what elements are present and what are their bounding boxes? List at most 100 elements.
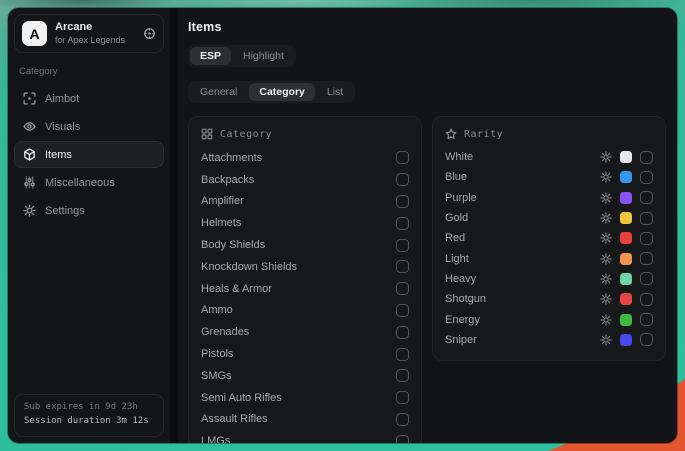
tab-category[interactable]: Category — [249, 83, 315, 101]
checkbox[interactable] — [640, 151, 653, 164]
rarity-item-label: Energy — [445, 314, 600, 326]
checkbox[interactable] — [396, 282, 409, 295]
app-name: Arcane — [55, 21, 135, 35]
rarity-item-label: Light — [445, 253, 600, 265]
sidebar-item-items[interactable]: Items — [14, 141, 164, 168]
sidebar-item-visuals[interactable]: Visuals — [14, 113, 164, 140]
color-swatch[interactable] — [620, 293, 632, 305]
sidebar-item-label: Aimbot — [45, 93, 79, 105]
checkbox[interactable] — [396, 326, 409, 339]
checkbox[interactable] — [396, 260, 409, 273]
eye-icon — [23, 120, 36, 133]
gear-icon[interactable] — [600, 293, 612, 305]
app-window: A Arcane for Apex Legends Category Aimbo… — [8, 8, 677, 443]
category-item-label: Knockdown Shields — [201, 261, 396, 273]
checkbox[interactable] — [396, 173, 409, 186]
sidebar-section-label: Category — [19, 66, 159, 77]
category-row: Ammo — [201, 300, 409, 322]
checkbox[interactable] — [396, 369, 409, 382]
color-swatch[interactable] — [620, 253, 632, 265]
rarity-list: WhiteBluePurpleGoldRedLightHeavyShotgunE… — [445, 147, 653, 350]
category-item-label: Heals & Armor — [201, 283, 396, 295]
rarity-item-label: Gold — [445, 212, 600, 224]
rarity-item-label: White — [445, 151, 600, 163]
page-title: Items — [188, 20, 667, 34]
gear-icon[interactable] — [600, 334, 612, 346]
category-item-label: Backpacks — [201, 174, 396, 186]
gear-icon[interactable] — [600, 151, 612, 163]
category-item-label: Pistols — [201, 348, 396, 360]
checkbox[interactable] — [640, 191, 653, 204]
category-item-label: Grenades — [201, 326, 396, 338]
category-row: Heals & Armor — [201, 278, 409, 300]
gear-icon[interactable] — [600, 253, 612, 265]
rarity-item-label: Red — [445, 232, 600, 244]
category-item-label: Assault Rifles — [201, 413, 396, 425]
color-swatch[interactable] — [620, 314, 632, 326]
category-panel: Category AttachmentsBackpacksAmplifierHe… — [188, 116, 422, 443]
checkbox[interactable] — [640, 313, 653, 326]
subscription-info-box: Sub expires in 9d 23h Session duration 3… — [14, 394, 164, 437]
checkbox[interactable] — [640, 333, 653, 346]
rarity-item-label: Sniper — [445, 334, 600, 346]
color-swatch[interactable] — [620, 273, 632, 285]
checkbox[interactable] — [640, 232, 653, 245]
checkbox[interactable] — [396, 435, 409, 443]
view-tab-group: GeneralCategoryList — [188, 81, 355, 103]
tab-esp[interactable]: ESP — [190, 47, 231, 65]
checkbox[interactable] — [640, 272, 653, 285]
target-icon[interactable] — [143, 27, 156, 40]
color-swatch[interactable] — [620, 232, 632, 244]
color-swatch[interactable] — [620, 151, 632, 163]
checkbox[interactable] — [640, 171, 653, 184]
gear-icon[interactable] — [600, 232, 612, 244]
gear-icon[interactable] — [600, 314, 612, 326]
checkbox[interactable] — [396, 217, 409, 230]
app-logo: A — [22, 21, 47, 46]
gear-icon — [23, 204, 36, 217]
rarity-row: Red — [445, 228, 653, 248]
category-item-label: Ammo — [201, 304, 396, 316]
gear-icon[interactable] — [600, 273, 612, 285]
color-swatch[interactable] — [620, 192, 632, 204]
color-swatch[interactable] — [620, 171, 632, 183]
cube-icon — [23, 148, 36, 161]
gear-icon[interactable] — [600, 192, 612, 204]
sidebar-item-settings[interactable]: Settings — [14, 197, 164, 224]
sidebar-item-aimbot[interactable]: Aimbot — [14, 85, 164, 112]
tab-highlight[interactable]: Highlight — [233, 47, 294, 65]
category-row: Helmets — [201, 212, 409, 234]
color-swatch[interactable] — [620, 334, 632, 346]
panel-divider — [171, 8, 178, 443]
rarity-panel-title: Rarity — [464, 129, 503, 140]
sidebar-item-miscellaneous[interactable]: Miscellaneous — [14, 169, 164, 196]
rarity-row: Heavy — [445, 269, 653, 289]
sidebar-item-label: Items — [45, 149, 72, 161]
sidebar: A Arcane for Apex Legends Category Aimbo… — [8, 8, 171, 443]
checkbox[interactable] — [396, 413, 409, 426]
checkbox[interactable] — [396, 151, 409, 164]
checkbox[interactable] — [396, 304, 409, 317]
gear-icon[interactable] — [600, 212, 612, 224]
tab-general[interactable]: General — [190, 83, 247, 101]
session-duration-text: Session duration 3m 12s — [24, 415, 154, 429]
checkbox[interactable] — [640, 212, 653, 225]
tab-list[interactable]: List — [317, 83, 353, 101]
checkbox[interactable] — [396, 391, 409, 404]
app-subtitle: for Apex Legends — [55, 35, 135, 46]
checkbox[interactable] — [640, 252, 653, 265]
panels-row: Category AttachmentsBackpacksAmplifierHe… — [188, 116, 667, 443]
sidebar-item-label: Visuals — [45, 121, 80, 133]
rarity-item-label: Purple — [445, 192, 600, 204]
category-list: AttachmentsBackpacksAmplifierHelmetsBody… — [201, 147, 409, 443]
category-item-label: LMGs — [201, 435, 396, 443]
rarity-row: Blue — [445, 167, 653, 187]
checkbox[interactable] — [396, 239, 409, 252]
checkbox[interactable] — [640, 293, 653, 306]
checkbox[interactable] — [396, 195, 409, 208]
star-icon — [445, 128, 457, 140]
color-swatch[interactable] — [620, 212, 632, 224]
checkbox[interactable] — [396, 348, 409, 361]
gear-icon[interactable] — [600, 171, 612, 183]
sidebar-item-label: Settings — [45, 205, 85, 217]
